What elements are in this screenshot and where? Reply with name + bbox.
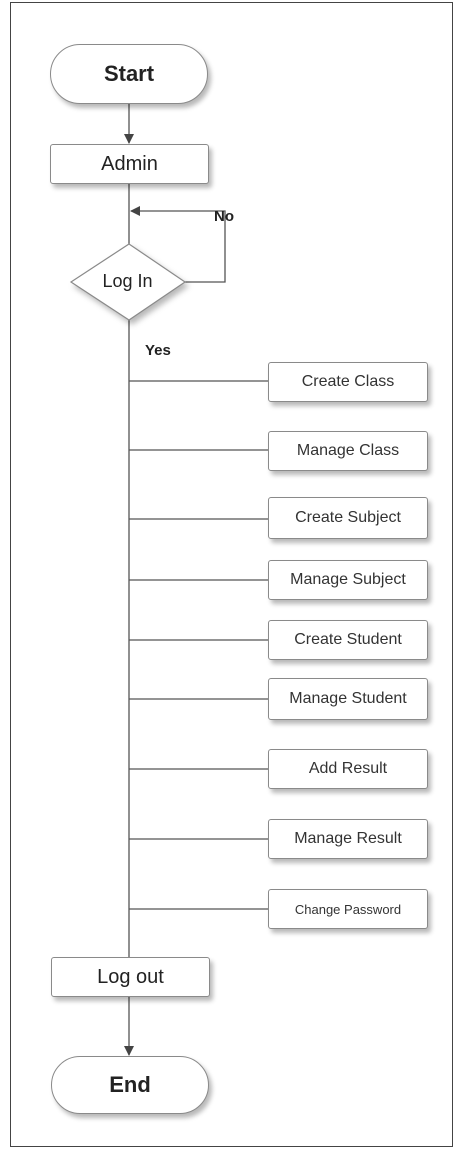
manage-result-box: Manage Result xyxy=(268,819,428,859)
no-branch-label: No xyxy=(214,208,234,225)
admin-label: Admin xyxy=(101,152,158,175)
logout-label: Log out xyxy=(97,965,164,988)
start-label: Start xyxy=(103,61,155,86)
add-result-box: Add Result xyxy=(268,749,428,789)
task-label: Create Student xyxy=(294,631,402,648)
task-label: Manage Class xyxy=(296,442,400,459)
manage-subject-box: Manage Subject xyxy=(268,560,428,600)
task-label: Manage Subject xyxy=(290,571,406,588)
create-subject-box: Create Subject xyxy=(268,497,428,539)
admin-box: Admin xyxy=(50,144,209,184)
task-label: Create Subject xyxy=(295,509,401,526)
task-label: Manage Result xyxy=(294,830,402,847)
task-label: Manage Student xyxy=(289,690,407,707)
logout-box: Log out xyxy=(51,957,210,997)
end-terminal: End xyxy=(51,1056,209,1114)
task-label: Add Result xyxy=(308,760,388,777)
create-class-box: Create Class xyxy=(268,362,428,402)
manage-student-box: Manage Student xyxy=(268,678,428,720)
change-password-box: Change Password xyxy=(268,889,428,929)
task-label: Change Password xyxy=(294,901,402,917)
yes-branch-label: Yes xyxy=(145,342,171,359)
start-terminal: Start xyxy=(50,44,208,104)
create-student-box: Create Student xyxy=(268,620,428,660)
manage-class-box: Manage Class xyxy=(268,431,428,471)
task-label: Create Class xyxy=(301,373,395,390)
end-label: End xyxy=(109,1072,151,1097)
login-decision-label: Log In xyxy=(102,270,153,291)
